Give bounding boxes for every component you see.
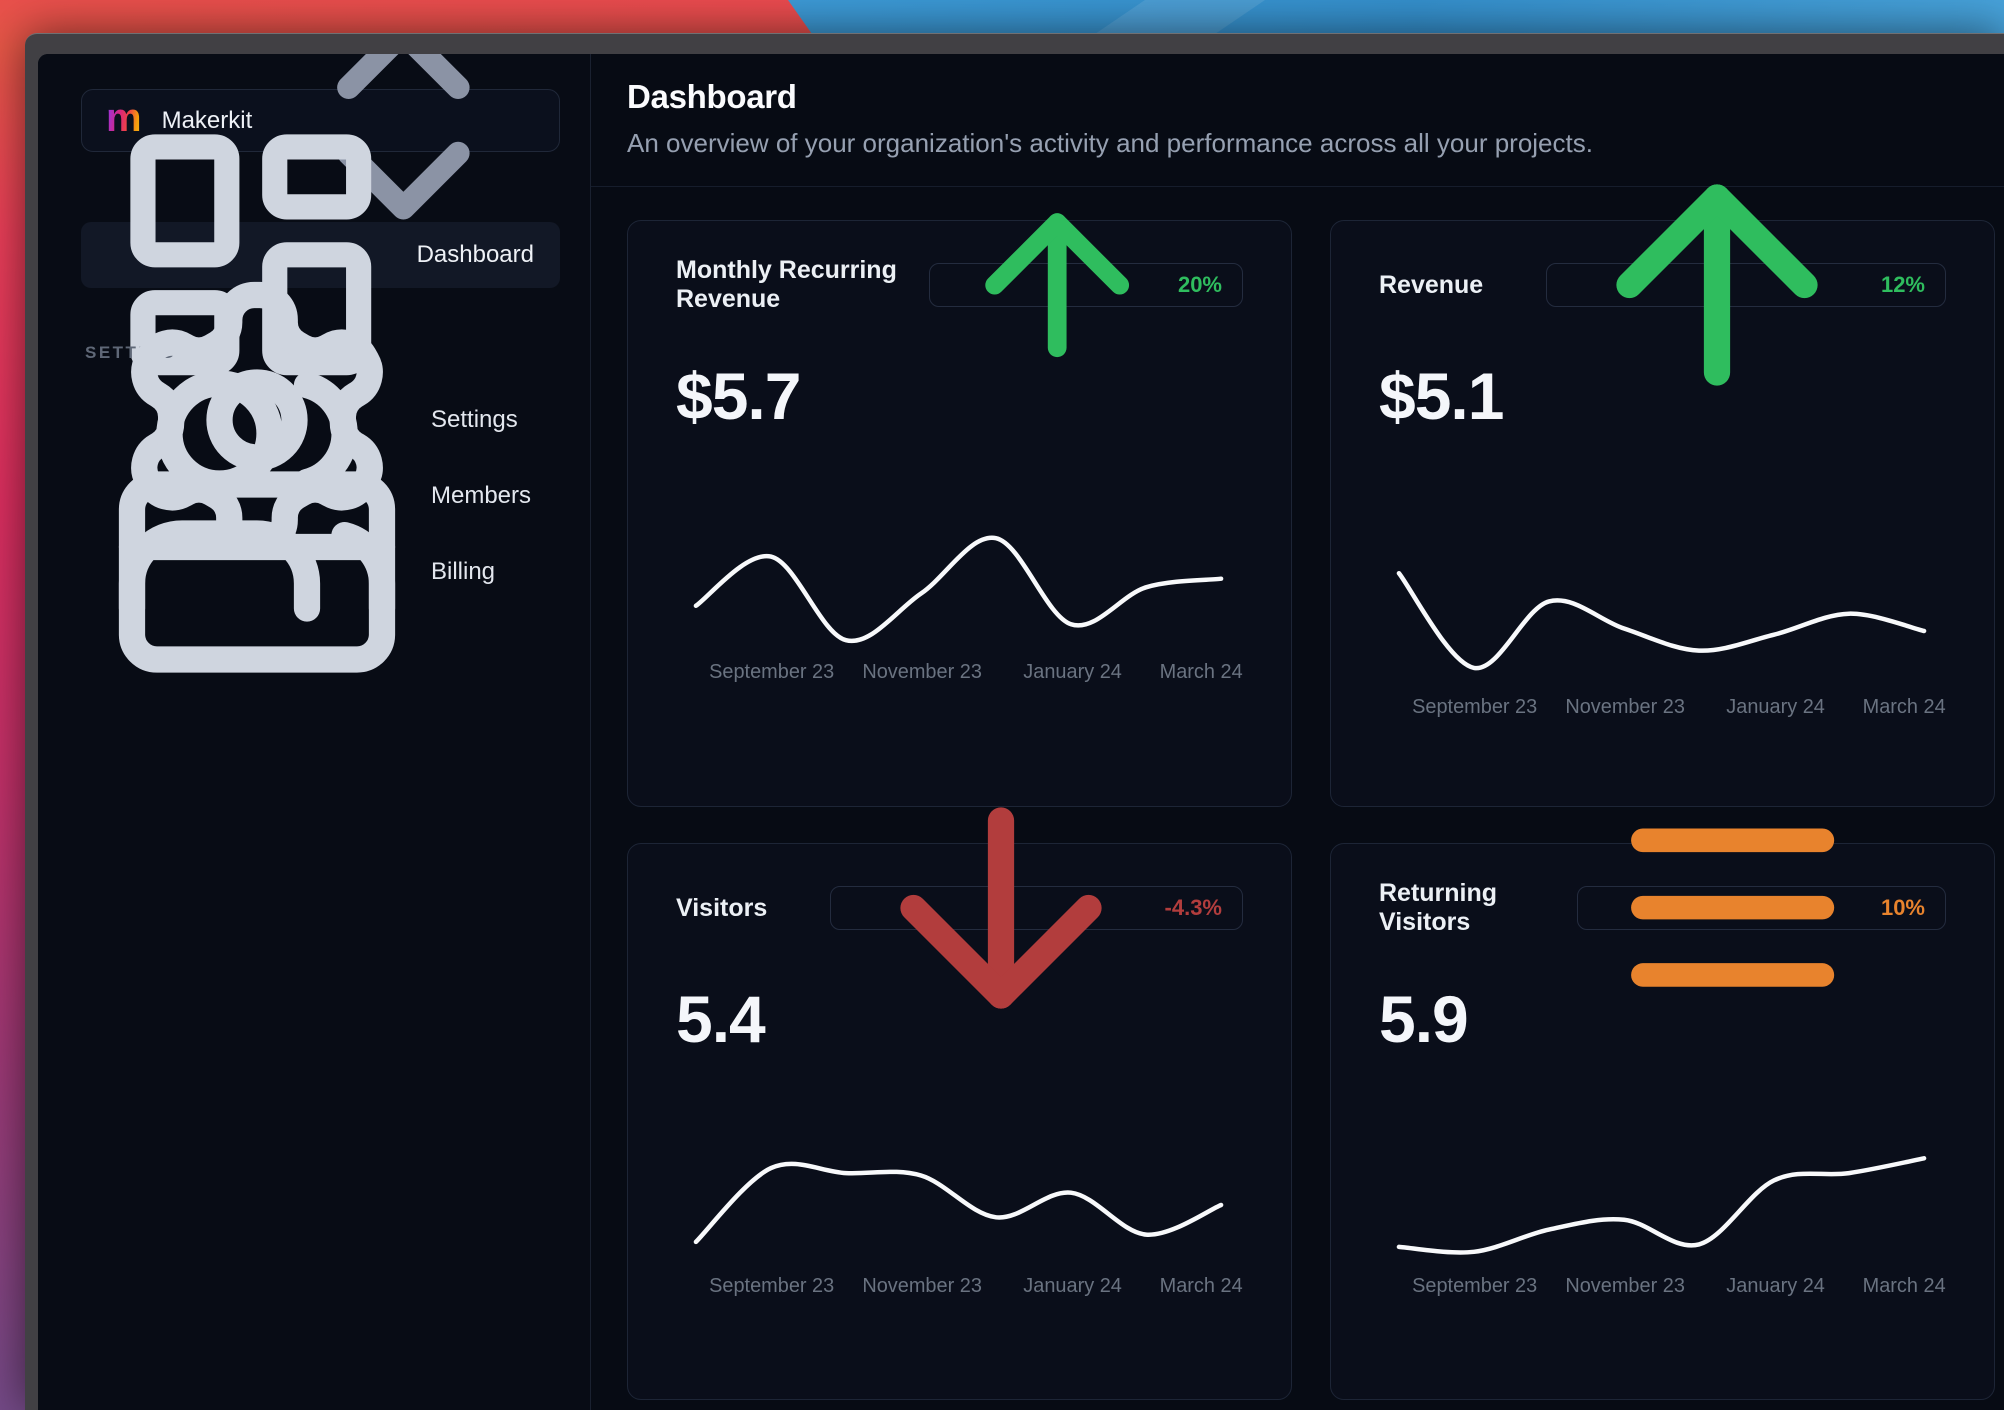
- card-returning-visitors: Returning Visitors 10% 5.9 September 23 N…: [1330, 828, 1995, 1400]
- svg-text:September 23: September 23: [1412, 696, 1537, 718]
- sparkline-chart: September 23 November 23 January 24 March 2…: [1379, 1136, 1946, 1301]
- svg-text:January 24: January 24: [1726, 696, 1825, 718]
- trend-badge: -4.3%: [829, 807, 1243, 1009]
- svg-text:November 23: November 23: [862, 661, 982, 683]
- svg-text:March 24: March 24: [1863, 1275, 1946, 1297]
- trend-badge-value: 20%: [1177, 272, 1222, 297]
- svg-text:March 24: March 24: [1160, 661, 1243, 683]
- svg-text:September 23: September 23: [709, 1275, 834, 1297]
- sparkline-chart: September 23 November 23 January 24 March 2…: [676, 1136, 1243, 1301]
- wallpaper-light-streak: [1095, 0, 1265, 34]
- card-header: Visitors -4.3%: [676, 807, 1243, 1009]
- card-header: Returning Visitors 10%: [1379, 828, 1946, 988]
- svg-text:September 23: September 23: [1412, 1275, 1537, 1297]
- svg-text:March 24: March 24: [1863, 696, 1946, 718]
- sidebar-item-billing[interactable]: Billing: [81, 471, 560, 673]
- sidebar-item-label: Dashboard: [416, 241, 534, 268]
- main-content: Dashboard An overview of your organizati…: [591, 54, 2004, 1410]
- card-header: Revenue 12%: [1379, 184, 1946, 386]
- trend-badge-value: -4.3%: [1164, 895, 1222, 920]
- desktop: { "sidebar": { "workspace_selector": { "…: [0, 0, 2004, 1410]
- trend-badge-value: 10%: [1880, 895, 1925, 920]
- settings-nav: Settings Members Billing: [81, 281, 590, 673]
- svg-text:January 24: January 24: [1726, 1275, 1825, 1297]
- card-title: Visitors: [676, 893, 768, 922]
- app-window: m Makerkit Dashboard SETTINGS Settings M…: [25, 33, 2004, 1410]
- card-monthly-recurring-revenue: Monthly Recurring Revenue 20% $5.7 Septe…: [627, 213, 1292, 807]
- sparkline-chart: September 23 November 23 January 24 March 2…: [676, 522, 1243, 687]
- card-visitors: Visitors -4.3% 5.4 September 23 November …: [627, 807, 1292, 1400]
- svg-text:March 24: March 24: [1160, 1275, 1243, 1297]
- svg-text:November 23: November 23: [1565, 696, 1685, 718]
- makerkit-logo: m: [106, 95, 142, 140]
- sidebar-item-label: Members: [431, 482, 532, 509]
- metric-cards-grid: Monthly Recurring Revenue 20% $5.7 Septe…: [591, 184, 2004, 1400]
- sidebar-item-label: Billing: [431, 558, 496, 585]
- card-title: Monthly Recurring Revenue: [676, 256, 897, 313]
- svg-text:January 24: January 24: [1023, 1275, 1122, 1297]
- trend-badge: 20%: [928, 213, 1243, 357]
- trend-badge: 10%: [1576, 828, 1946, 988]
- menu-icon: [1598, 773, 1867, 1042]
- svg-text:November 23: November 23: [1565, 1275, 1685, 1297]
- trend-badge-value: 12%: [1880, 272, 1925, 297]
- app-content: m Makerkit Dashboard SETTINGS Settings M…: [38, 54, 2004, 1410]
- trend-badge: 12%: [1545, 184, 1946, 386]
- svg-text:January 24: January 24: [1023, 661, 1122, 683]
- arrow-up-icon: [1567, 135, 1867, 435]
- sidebar: m Makerkit Dashboard SETTINGS Settings M…: [38, 54, 591, 1410]
- sidebar-item-label: Settings: [431, 406, 518, 433]
- card-title: Returning Visitors: [1379, 879, 1498, 936]
- sparkline-chart: September 23 November 23 January 24 March 2…: [1379, 557, 1946, 722]
- card-revenue: Revenue 12% $5.1 September 23 November 23…: [1330, 184, 1995, 807]
- card-header: Monthly Recurring Revenue 20%: [676, 213, 1243, 357]
- wallpaper-blue-wedge: [788, 0, 2004, 34]
- svg-text:November 23: November 23: [862, 1275, 982, 1297]
- page-title: Dashboard: [627, 78, 797, 115]
- card-title: Revenue: [1379, 270, 1484, 299]
- svg-text:September 23: September 23: [709, 661, 834, 683]
- arrow-up-icon: [950, 178, 1164, 392]
- arrow-down-icon: [851, 758, 1151, 1058]
- credit-card-icon: [107, 422, 407, 722]
